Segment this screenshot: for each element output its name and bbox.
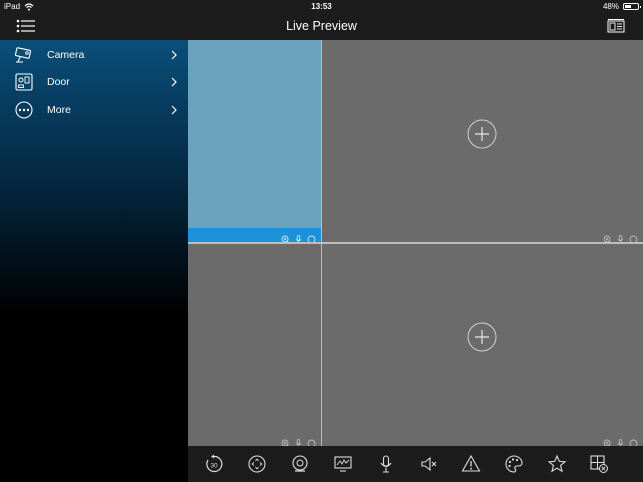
battery-icon	[623, 3, 641, 10]
microphone-icon[interactable]	[616, 231, 625, 243]
microphone-icon[interactable]	[294, 435, 303, 447]
favorite-star-icon[interactable]	[547, 454, 567, 474]
sidebar-item-door[interactable]: Door	[0, 68, 188, 95]
video-stream-icon[interactable]	[333, 454, 353, 474]
record-icon[interactable]	[307, 231, 316, 243]
zoom-icon[interactable]	[281, 231, 290, 244]
video-pane-1[interactable]	[188, 40, 321, 244]
bottom-toolbar: 30	[188, 446, 643, 482]
color-palette-icon[interactable]	[504, 454, 524, 474]
alarm-warning-icon[interactable]	[461, 454, 481, 474]
pane-controls	[188, 432, 321, 448]
chevron-right-icon	[171, 77, 177, 86]
record-icon[interactable]	[629, 231, 638, 243]
microphone-icon[interactable]	[294, 231, 303, 243]
page-title: Live Preview	[286, 19, 357, 33]
speaker-mute-icon[interactable]	[419, 454, 439, 474]
chevron-right-icon	[171, 105, 177, 114]
replay-30-icon[interactable]: 30	[204, 454, 224, 474]
status-time: 13:53	[311, 2, 332, 11]
chevron-right-icon	[171, 50, 177, 59]
sidebar-item-label: Camera	[47, 48, 85, 61]
window-layout-icon[interactable]	[607, 18, 625, 34]
sidebar-item-label: Door	[47, 75, 70, 88]
pane-divider-horizontal	[188, 242, 643, 244]
microphone-icon[interactable]	[616, 435, 625, 447]
sidebar: Camera Door More	[0, 40, 188, 482]
door-panel-icon	[15, 72, 33, 91]
close-all-icon[interactable]	[589, 454, 609, 474]
sidebar-item-more[interactable]: More	[0, 96, 188, 123]
zoom-icon[interactable]	[603, 435, 612, 448]
record-icon[interactable]	[629, 435, 638, 447]
sidebar-item-camera[interactable]: Camera	[0, 41, 188, 68]
video-pane-2[interactable]	[322, 40, 643, 244]
live-preview-grid	[188, 40, 643, 448]
snapshot-icon[interactable]	[290, 454, 310, 474]
battery-percent: 48%	[602, 2, 619, 11]
sidebar-item-label: More	[47, 103, 71, 116]
pane-controls	[322, 228, 643, 244]
add-camera-icon[interactable]	[467, 119, 497, 149]
pane-controls	[322, 432, 643, 448]
camera-icon	[14, 46, 32, 63]
video-pane-4[interactable]	[322, 244, 643, 448]
zoom-icon[interactable]	[281, 435, 290, 448]
svg-text:30: 30	[210, 463, 218, 470]
add-camera-icon[interactable]	[467, 322, 497, 352]
record-icon[interactable]	[307, 435, 316, 447]
status-bar: iPad 13:53 48%	[0, 0, 643, 13]
pane-controls	[188, 228, 321, 244]
zoom-icon[interactable]	[603, 231, 612, 244]
more-icon	[15, 100, 33, 119]
video-pane-3[interactable]	[188, 244, 321, 448]
nav-bar: Live Preview	[0, 13, 643, 40]
microphone-icon[interactable]	[376, 454, 396, 474]
fullscreen-icon[interactable]	[247, 454, 267, 474]
